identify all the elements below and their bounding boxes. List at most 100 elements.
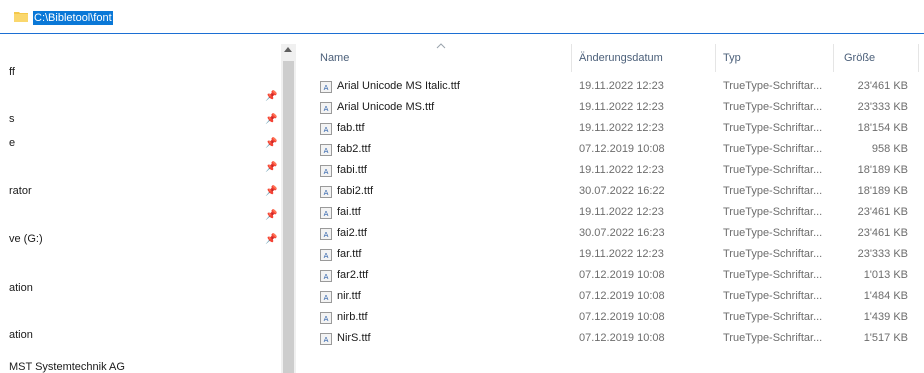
file-list: Name Änderungsdatum Typ Größe A Arial Uni… — [296, 43, 924, 373]
file-type: TrueType-Schriftar... — [723, 80, 823, 92]
file-size: 23'461 KB — [857, 227, 908, 239]
svg-text:A: A — [324, 126, 329, 134]
file-size: 1'439 KB — [863, 311, 908, 323]
pin-icon: 📌 — [265, 91, 278, 102]
column-type[interactable]: Typ — [723, 44, 741, 72]
column-header-row: Name Änderungsdatum Typ Größe — [296, 43, 924, 72]
file-date: 07.12.2019 10:08 — [579, 290, 665, 302]
file-size: 18'154 KB — [857, 122, 908, 134]
column-divider[interactable] — [918, 44, 919, 72]
file-row[interactable]: A Arial Unicode MS Italic.ttf 19.11.2022 1… — [296, 76, 924, 97]
file-type: TrueType-Schriftar... — [723, 206, 823, 218]
address-path[interactable]: C:\Bibletool\font — [33, 11, 113, 25]
svg-text:A: A — [324, 273, 329, 281]
file-type: TrueType-Schriftar... — [723, 227, 823, 239]
file-size: 1'484 KB — [863, 290, 908, 302]
svg-text:A: A — [324, 105, 329, 113]
file-type: TrueType-Schriftar... — [723, 332, 823, 344]
file-date: 07.12.2019 10:08 — [579, 269, 665, 281]
font-file-icon: A — [320, 228, 332, 240]
file-date: 19.11.2022 12:23 — [579, 80, 664, 92]
file-date: 30.07.2022 16:23 — [579, 227, 665, 239]
column-divider[interactable] — [833, 44, 834, 72]
file-type: TrueType-Schriftar... — [723, 185, 823, 197]
file-type: TrueType-Schriftar... — [723, 143, 823, 155]
file-name: fai2.ttf — [337, 227, 367, 239]
scrollbar-thumb[interactable] — [283, 61, 294, 373]
font-file-icon: A — [320, 144, 332, 156]
file-name: fabi.ttf — [337, 164, 367, 176]
address-bar[interactable]: C:\Bibletool\font — [0, 0, 924, 34]
font-file-icon: A — [320, 312, 332, 324]
file-type: TrueType-Schriftar... — [723, 269, 823, 281]
file-row[interactable]: Afar.ttf 19.11.2022 12:23 TrueType-Schrift… — [296, 244, 924, 265]
file-size: 23'461 KB — [857, 80, 908, 92]
file-type: TrueType-Schriftar... — [723, 290, 823, 302]
file-date: 19.11.2022 12:23 — [579, 206, 664, 218]
column-date[interactable]: Änderungsdatum — [579, 44, 663, 72]
file-row[interactable]: A NirS.ttf 07.12.2019 10:08 TrueType-Schrif… — [296, 328, 924, 349]
sort-ascending-icon — [436, 43, 446, 49]
file-name: NirS.ttf — [337, 332, 371, 344]
column-divider[interactable] — [571, 44, 572, 72]
file-row[interactable]: Afabi.ttf 19.11.2022 12:23 TrueType-Schrif… — [296, 160, 924, 181]
pin-icon: 📌 — [265, 138, 278, 149]
nav-item[interactable]: ation — [9, 282, 33, 294]
font-file-icon: A — [320, 165, 332, 177]
nav-scrollbar[interactable] — [281, 44, 296, 373]
svg-text:A: A — [324, 168, 329, 176]
nav-item[interactable]: e — [9, 137, 15, 149]
column-divider[interactable] — [715, 44, 716, 72]
file-name: Arial Unicode MS.ttf — [337, 101, 435, 113]
file-type: TrueType-Schriftar... — [723, 122, 823, 134]
navigation-pane: ff 📌 s 📌 e 📌 📌 rator 📌 📌 ve (G:) 📌 ation… — [0, 44, 280, 373]
file-date: 07.12.2019 10:08 — [579, 311, 665, 323]
scroll-up-arrow-icon[interactable] — [284, 47, 292, 52]
file-type: TrueType-Schriftar... — [723, 164, 823, 176]
font-file-icon: A — [320, 333, 332, 345]
file-date: 19.11.2022 12:23 — [579, 101, 664, 113]
file-date: 19.11.2022 12:23 — [579, 164, 664, 176]
file-row[interactable]: Afabi2.ttf 30.07.2022 16:22 TrueType-Schri… — [296, 181, 924, 202]
nav-item[interactable]: ff — [9, 66, 15, 78]
file-name: far2.ttf — [337, 269, 369, 281]
file-date: 07.12.2019 10:08 — [579, 332, 665, 344]
font-file-icon: A — [320, 249, 332, 261]
file-row[interactable]: A Arial Unicode MS.ttf 19.11.2022 12:23 Tru… — [296, 97, 924, 118]
column-name[interactable]: Name — [320, 44, 349, 72]
file-name: fai.ttf — [337, 206, 361, 218]
file-size: 23'333 KB — [857, 101, 908, 113]
svg-text:A: A — [324, 189, 329, 197]
file-row[interactable]: Afab2.ttf 07.12.2019 10:08 TrueType-Schrif… — [296, 139, 924, 160]
file-type: TrueType-Schriftar... — [723, 248, 823, 260]
nav-item[interactable]: rator — [9, 185, 32, 197]
file-row[interactable]: Anir.ttf 07.12.2019 10:08 TrueType-Schrift… — [296, 286, 924, 307]
nav-item[interactable]: ve (G:) — [9, 233, 43, 245]
file-row[interactable]: Anirb.ttf 07.12.2019 10:08 TrueType-Schrif… — [296, 307, 924, 328]
file-row[interactable]: Afai2.ttf 30.07.2022 16:23 TrueType-Schrif… — [296, 223, 924, 244]
font-file-icon: A — [320, 186, 332, 198]
svg-text:A: A — [324, 294, 329, 302]
svg-text:A: A — [324, 315, 329, 323]
file-row[interactable]: Afab.ttf 19.11.2022 12:23 TrueType-Schrift… — [296, 118, 924, 139]
font-file-icon: A — [320, 291, 332, 303]
nav-item[interactable]: ation — [9, 329, 33, 341]
svg-text:A: A — [324, 336, 329, 344]
nav-item[interactable]: s — [9, 113, 15, 125]
svg-text:A: A — [324, 231, 329, 239]
font-file-icon: A — [320, 81, 332, 93]
file-date: 07.12.2019 10:08 — [579, 143, 665, 155]
pin-icon: 📌 — [265, 234, 278, 245]
nav-item[interactable]: MST Systemtechnik AG — [9, 361, 125, 373]
file-type: TrueType-Schriftar... — [723, 311, 823, 323]
file-date: 19.11.2022 12:23 — [579, 122, 664, 134]
column-size[interactable]: Größe — [844, 44, 875, 72]
file-type: TrueType-Schriftar... — [723, 101, 823, 113]
file-row[interactable]: Afai.ttf 19.11.2022 12:23 TrueType-Schrift… — [296, 202, 924, 223]
pin-icon: 📌 — [265, 210, 278, 221]
file-size: 958 KB — [871, 143, 908, 155]
file-size: 18'189 KB — [857, 164, 908, 176]
file-size: 23'461 KB — [857, 206, 908, 218]
file-name: fab.ttf — [337, 122, 365, 134]
file-row[interactable]: Afar2.ttf 07.12.2019 10:08 TrueType-Schrif… — [296, 265, 924, 286]
